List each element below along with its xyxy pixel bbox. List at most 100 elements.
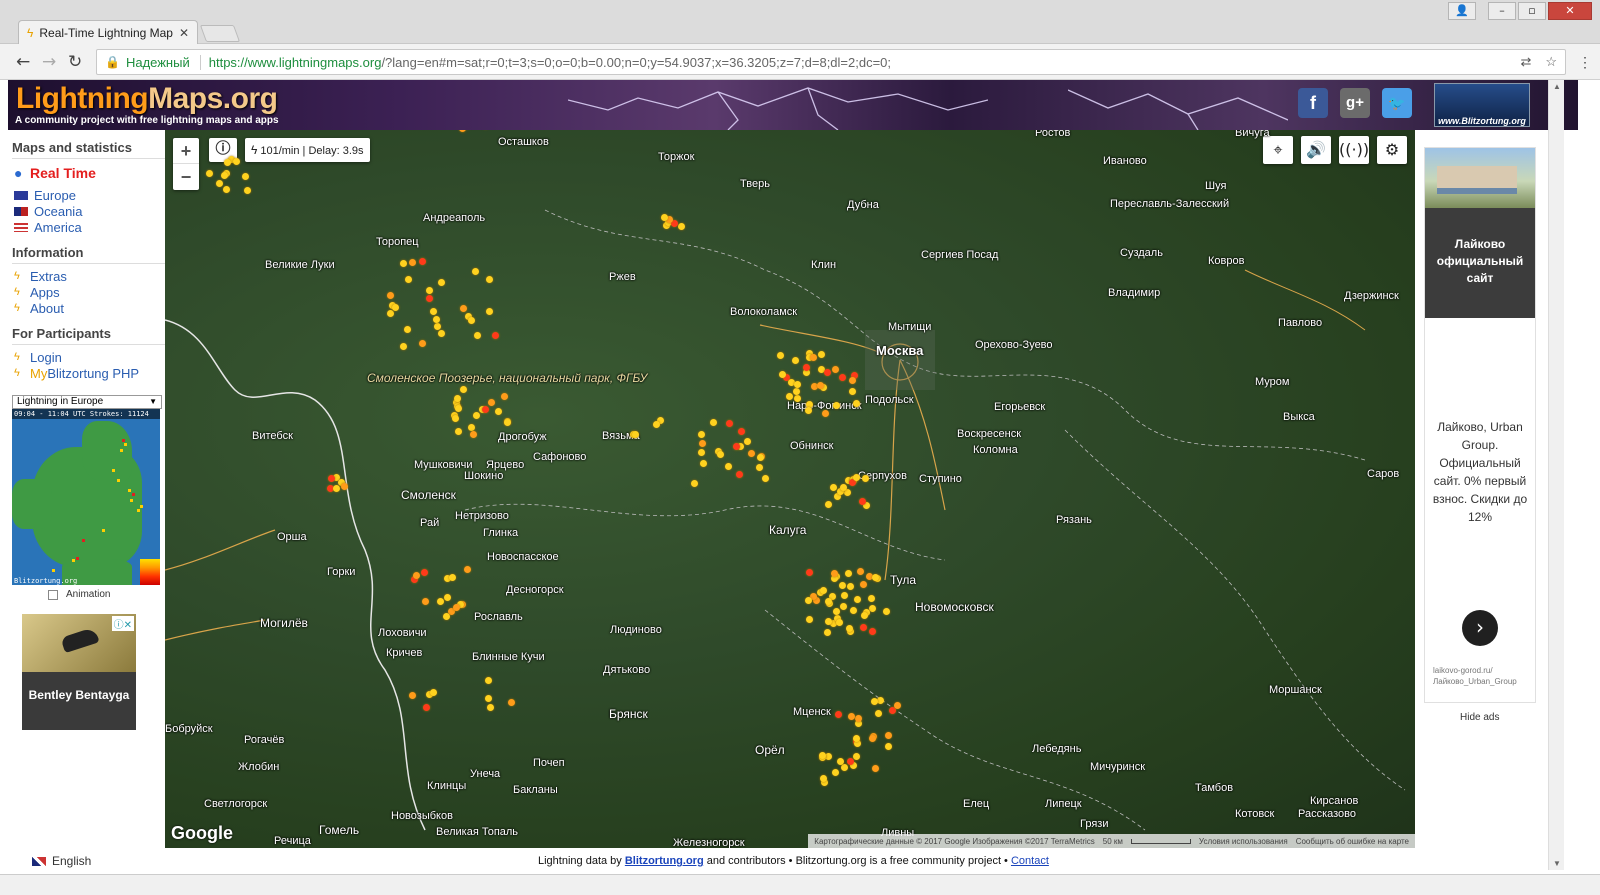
city-label: Шокино xyxy=(464,470,504,482)
lightning-strike-marker xyxy=(660,213,668,221)
animation-checkbox[interactable] xyxy=(48,589,58,600)
animation-label: Animation xyxy=(66,589,111,600)
close-window-button[interactable]: ✕ xyxy=(1548,2,1592,20)
facebook-icon[interactable]: f xyxy=(1298,88,1328,118)
hide-ads-link[interactable]: Hide ads xyxy=(1460,712,1499,723)
url-host: https://www.lightningmaps.org xyxy=(208,54,382,70)
google-plus-icon[interactable]: g+ xyxy=(1340,88,1370,118)
bolt-bullet-icon: ϟ xyxy=(14,286,20,298)
city-label: Котовск xyxy=(1235,808,1275,820)
sidebar-item-oceania[interactable]: Oceania xyxy=(8,203,165,219)
minimap-select[interactable]: Lightning in Europe ▼ xyxy=(12,395,162,409)
sidebar-item-extras[interactable]: ϟ Extras xyxy=(8,268,165,284)
sidebar-item-apps[interactable]: ϟ Apps xyxy=(8,284,165,300)
blitzortung-link[interactable]: Blitzortung.org xyxy=(625,855,704,867)
zoom-out-button[interactable]: − xyxy=(173,164,199,190)
chrome-menu-icon[interactable]: ⋮ xyxy=(1578,54,1592,71)
city-label: Павлово xyxy=(1278,317,1323,329)
city-label: Иваново xyxy=(1103,155,1147,167)
lightning-strike-marker xyxy=(817,381,825,389)
city-label: Елец xyxy=(963,798,990,810)
lightning-strike-marker xyxy=(831,365,839,373)
horizontal-scrollbar[interactable] xyxy=(0,874,1600,895)
twitter-icon[interactable]: 🐦 xyxy=(1382,88,1412,118)
maximize-button[interactable]: ▫ xyxy=(1518,2,1546,20)
report-link[interactable]: Сообщить об ошибке на карте xyxy=(1296,837,1409,846)
lightning-strike-marker xyxy=(472,411,480,419)
new-tab-button[interactable] xyxy=(199,25,241,42)
europe-minimap[interactable]: 09:04 - 11:04 UTC Strokes: 11124 Blitzor… xyxy=(12,409,160,585)
user-profile-icon[interactable]: 👤 xyxy=(1448,2,1476,20)
lightning-strike-marker xyxy=(454,428,462,436)
zoom-in-button[interactable]: + xyxy=(173,138,199,164)
city-label: Воскресенск xyxy=(957,428,1022,440)
city-label: Людиново xyxy=(610,624,662,636)
strike-rate: 101/min | Delay: 3.9s xyxy=(260,145,364,157)
language-selector[interactable]: English xyxy=(32,854,91,868)
settings-gear-icon[interactable]: ⚙ xyxy=(1377,136,1407,164)
sound-icon[interactable]: 🔊 xyxy=(1301,136,1331,164)
sidebar-item-europe[interactable]: Europe xyxy=(8,187,165,203)
lightning-strike-marker xyxy=(838,582,846,590)
city-label: Жлобин xyxy=(238,761,280,773)
lightning-strike-marker xyxy=(677,223,685,231)
left-ad-banner[interactable]: Bentley Bentayga ⓘ✕ xyxy=(22,614,136,730)
city-label: Подольск xyxy=(865,394,914,406)
lightning-strike-marker xyxy=(434,322,442,330)
lightning-strike-marker xyxy=(836,758,844,766)
lightning-map[interactable]: + − ⓘ ϟ 101/min | Delay: 3.9s ⌖ 🔊 ((·)) ⚙… xyxy=(165,130,1415,848)
sidebar-item-about[interactable]: ϟ About xyxy=(8,300,165,316)
lightning-strike-marker xyxy=(844,569,852,577)
city-label: Глинка xyxy=(483,527,519,539)
minimize-button[interactable]: – xyxy=(1488,2,1516,20)
lightning-strike-marker xyxy=(785,393,793,401)
lightning-strike-marker xyxy=(421,597,429,605)
tab-close-icon[interactable]: ✕ xyxy=(179,26,189,40)
lightning-decoration-icon xyxy=(568,87,988,130)
locate-icon[interactable]: ⌖ xyxy=(1263,136,1293,164)
australia-flag-icon xyxy=(14,206,28,216)
lightning-strike-marker xyxy=(485,276,493,284)
lightning-strike-marker xyxy=(215,179,223,187)
translate-icon[interactable]: ⇄ xyxy=(1520,54,1531,70)
browser-tab[interactable]: ϟ Real-Time Lightning Map ✕ xyxy=(18,20,198,44)
city-label: Обнинск xyxy=(790,440,834,452)
city-label: Бобруйск xyxy=(165,723,213,735)
city-label: Рай xyxy=(420,517,440,529)
chevron-right-icon[interactable]: › xyxy=(1462,610,1498,646)
address-bar[interactable]: 🔒 Надежный https://www.lightningmaps.org… xyxy=(96,49,1566,75)
uk-flag-icon xyxy=(32,856,46,866)
city-label: Волоколамск xyxy=(730,306,798,318)
sidebar-item-login[interactable]: ϟ Login xyxy=(8,349,165,365)
lightning-strike-marker xyxy=(825,500,833,508)
forward-arrow-icon[interactable]: → xyxy=(42,52,56,72)
scale-label: 50 км xyxy=(1102,836,1123,846)
terms-link[interactable]: Условия использования xyxy=(1199,837,1288,846)
page-scrollbar[interactable]: ▲ ▼ xyxy=(1548,80,1564,870)
city-label: Новоспасское xyxy=(487,551,559,563)
animation-toggle[interactable]: Animation xyxy=(48,589,165,600)
minimap-strike-dot xyxy=(140,505,143,508)
sidebar-item-myblitzortung[interactable]: ϟ My Blitzortung PHP xyxy=(8,365,165,381)
right-ad-banner[interactable]: ⓘ✕ Лайково официальный сайт Лайково, Urb… xyxy=(1424,147,1536,703)
lightning-strike-marker xyxy=(413,571,421,579)
back-arrow-icon[interactable]: ← xyxy=(16,52,30,72)
city-label: Москва xyxy=(876,343,924,358)
adchoices-icon[interactable]: ⓘ✕ xyxy=(111,616,134,631)
city-label: Муром xyxy=(1255,376,1290,388)
site-logo[interactable]: LightningMaps.org xyxy=(16,82,278,116)
bolt-bullet-icon: ϟ xyxy=(14,270,20,282)
bookmark-star-icon[interactable]: ☆ xyxy=(1545,54,1557,70)
reload-icon[interactable]: ↻ xyxy=(68,52,82,72)
sidebar-item-america[interactable]: America xyxy=(8,219,165,235)
lightning-strike-marker xyxy=(504,418,512,426)
sidebar-item-realtime[interactable]: ● Real Time xyxy=(8,163,165,183)
city-label: Клин xyxy=(811,259,837,271)
blitzortung-badge[interactable]: www.Blitzortung.org xyxy=(1434,83,1530,127)
broadcast-icon[interactable]: ((·)) xyxy=(1339,136,1369,164)
lightning-strike-marker xyxy=(793,394,801,402)
contact-link[interactable]: Contact xyxy=(1011,855,1049,867)
city-label: Лебедянь xyxy=(1032,743,1082,755)
lightning-strike-marker xyxy=(861,474,869,482)
secure-label: Надежный xyxy=(126,54,201,70)
